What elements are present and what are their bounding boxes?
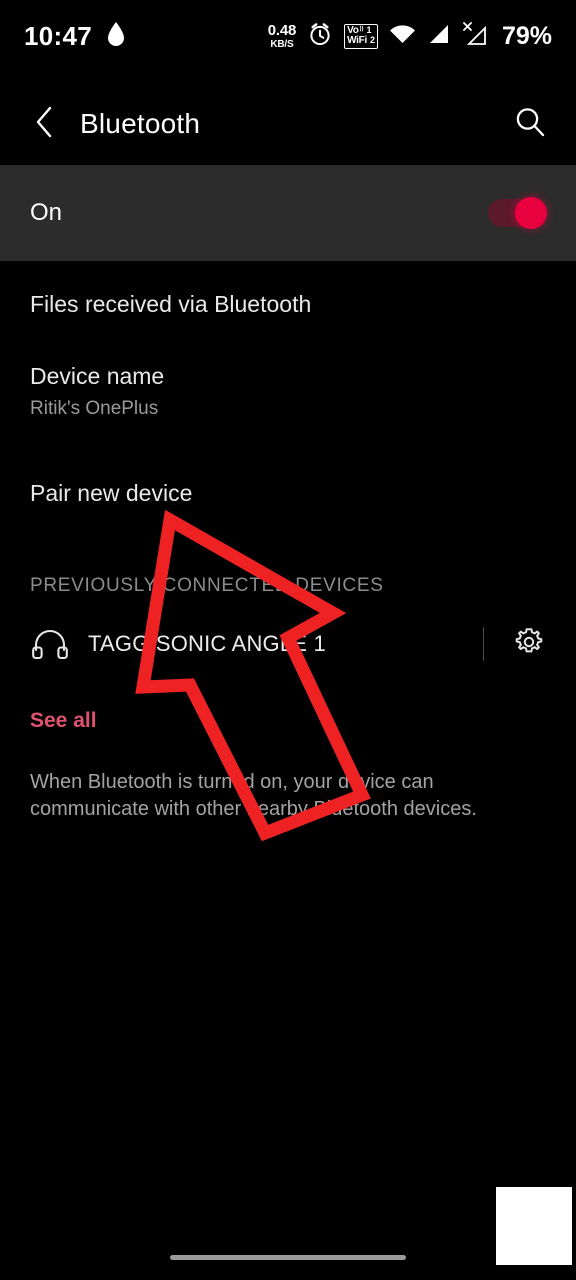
device-row-divider: [483, 627, 484, 661]
vowifi-dual-sim-icon: Vo )) 1 WiFi 2: [344, 23, 378, 49]
page-title: Bluetooth: [80, 108, 201, 139]
pair-new-device-label: Pair new device: [30, 479, 193, 506]
files-received-label: Files received via Bluetooth: [30, 290, 312, 317]
status-bar-right: 0.48 KB/S Vo )) 1 WiFi 2 79%: [268, 0, 552, 72]
list-item-device-name[interactable]: Device name Ritik's OnePlus: [0, 347, 576, 447]
network-speed-value: 0.48: [267, 21, 297, 39]
bluetooth-toggle-label: On: [30, 199, 63, 226]
section-header-previously-connected: PREVIOUSLY CONNECTED DEVICES: [30, 575, 384, 596]
headphones-icon: [30, 628, 76, 660]
wifi-icon: [389, 23, 416, 50]
gear-icon: [512, 625, 546, 664]
white-overlay-box: [496, 1187, 572, 1265]
device-settings-button[interactable]: [510, 625, 548, 664]
device-name-value: Ritik's OnePlus: [30, 398, 159, 419]
alarm-clock-icon: [307, 21, 333, 52]
settings-list: Files received via Bluetooth Device name…: [0, 261, 576, 823]
bluetooth-toggle-row[interactable]: On: [0, 165, 576, 261]
battery-percentage: 79%: [501, 21, 552, 50]
back-button[interactable]: [24, 104, 64, 144]
network-speed-indicator: 0.48 KB/S: [267, 21, 297, 50]
water-droplet-icon: [106, 21, 126, 52]
list-item-pair-new-device[interactable]: Pair new device: [0, 447, 576, 539]
bluetooth-toggle-switch[interactable]: [488, 197, 547, 229]
toggle-thumb: [515, 197, 547, 229]
status-clock: 10:47: [24, 20, 92, 51]
vowifi-sim1: 1: [366, 24, 372, 35]
search-icon: [513, 105, 547, 144]
phone-screen: 10:47 0.48 KB/S Vo)) 1 WiFi 2 79% Bluet…: [0, 0, 576, 1280]
bluetooth-footnote: When Bluetooth is turned on, your device…: [30, 771, 477, 820]
status-bar: 10:47 0.48 KB/S Vo)) 1 WiFi 2 79%: [0, 0, 576, 72]
list-item-device-tagg-sonic-angle-1[interactable]: TAGG SONIC ANGLE 1: [0, 603, 576, 685]
cellular-signal-icon: [427, 23, 450, 50]
list-item-files-received[interactable]: Files received via Bluetooth: [0, 261, 576, 347]
device-name-text: TAGG SONIC ANGLE 1: [88, 631, 326, 656]
app-bar: Bluetooth: [0, 86, 576, 162]
device-name-label: Device name: [30, 363, 165, 389]
status-bar-left: 10:47: [24, 21, 126, 52]
vowifi-sup: )): [359, 25, 364, 32]
gesture-navigation-pill[interactable]: [170, 1255, 406, 1260]
cellular-signal-no-service-icon: [461, 21, 489, 51]
vowifi-sim2: 2: [369, 35, 375, 45]
see-all-button[interactable]: See all: [0, 685, 576, 757]
vowifi-wifi: WiFi: [347, 35, 367, 46]
search-button[interactable]: [508, 102, 552, 146]
network-speed-unit: KB/S: [270, 38, 294, 50]
back-chevron-icon: [33, 105, 55, 144]
